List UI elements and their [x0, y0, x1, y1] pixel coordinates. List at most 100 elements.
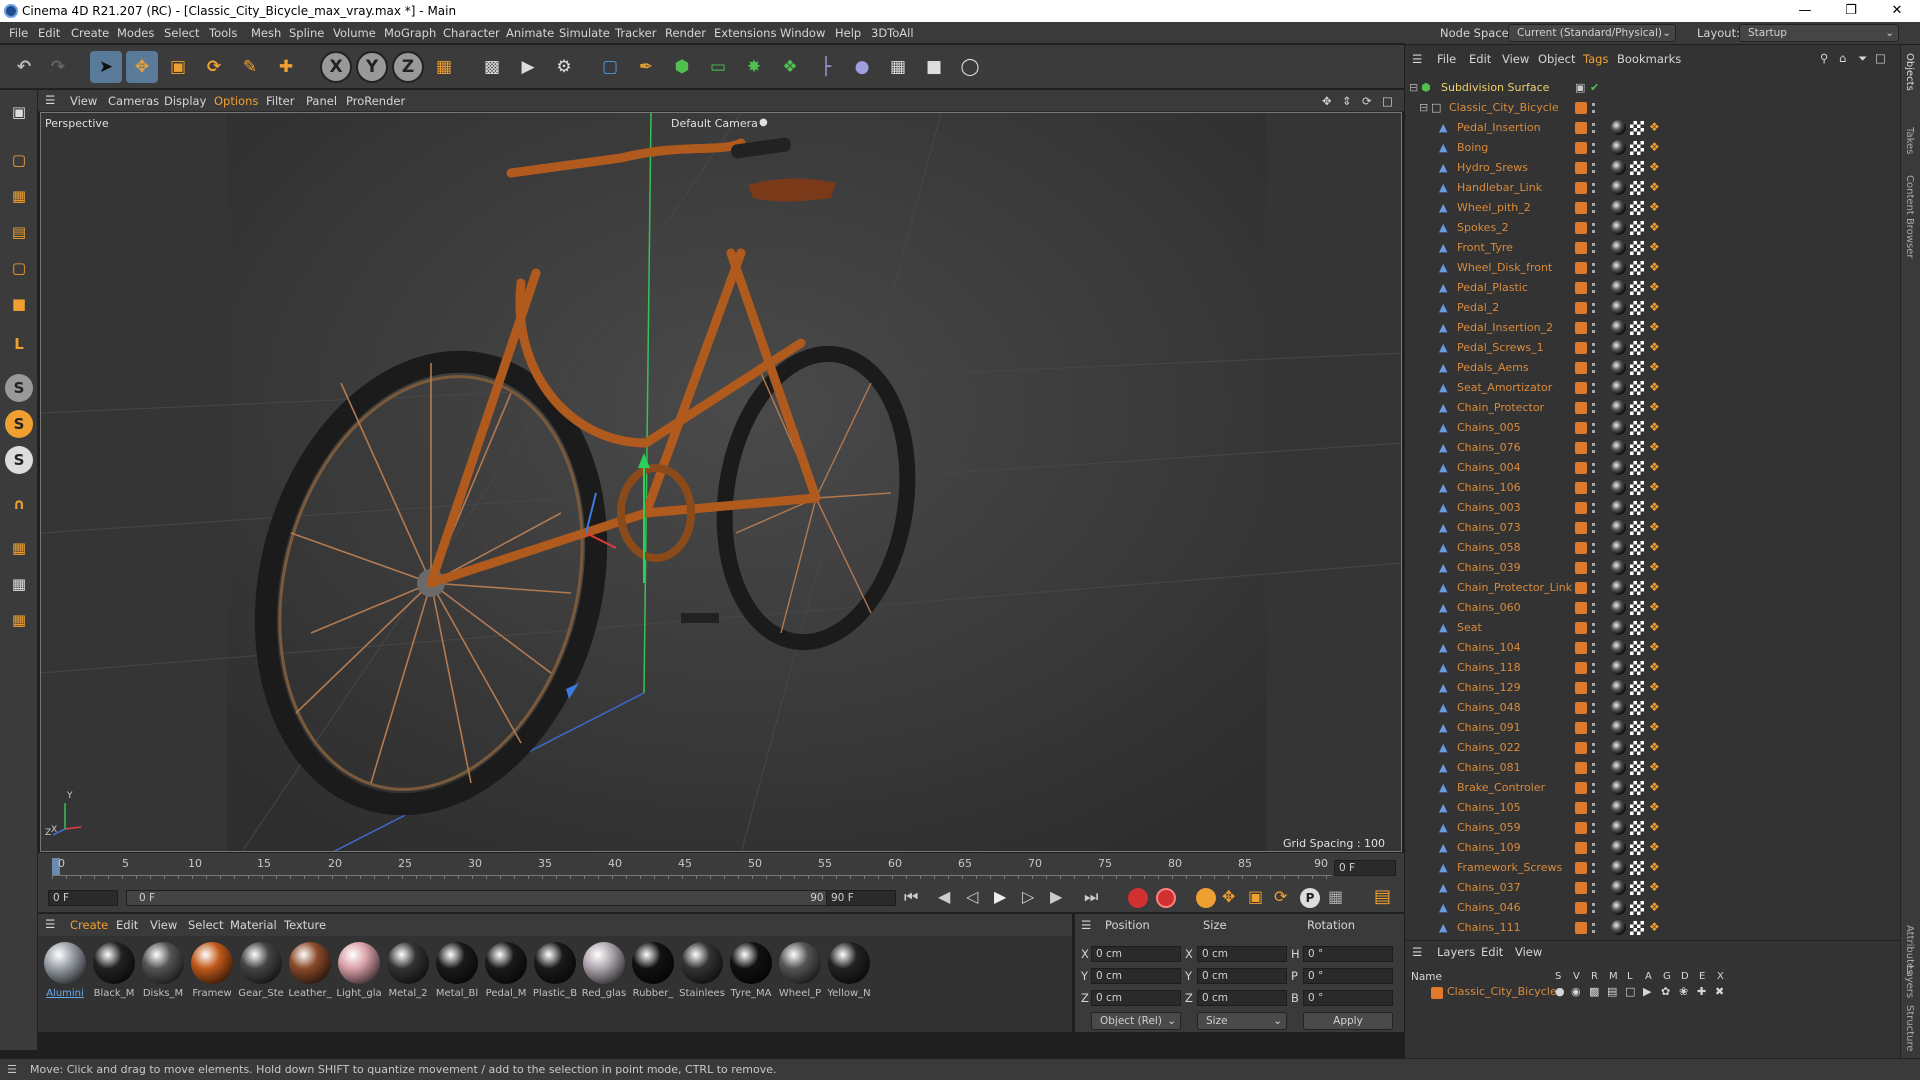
phong-tag-icon[interactable]: ❖	[1649, 621, 1660, 634]
phong-tag-icon[interactable]: ❖	[1649, 901, 1660, 914]
object-row[interactable]: ▲ Chains_003 ❖	[1405, 498, 1881, 518]
field-icon[interactable]: ├	[810, 51, 842, 83]
uvw-tag-icon[interactable]	[1630, 641, 1644, 655]
model-mode-icon[interactable]: ▢	[5, 146, 33, 174]
phong-tag-icon[interactable]: ❖	[1649, 361, 1660, 374]
step-forward-icon[interactable]: ▷	[1022, 887, 1034, 906]
object-name[interactable]: Framework_Screws	[1457, 861, 1562, 874]
uvw-tag-icon[interactable]	[1630, 341, 1644, 355]
object-name[interactable]: Chains_004	[1457, 461, 1521, 474]
material-tag-icon[interactable]	[1611, 820, 1626, 835]
end-frame-field[interactable]: 90 F	[826, 890, 896, 906]
object-row[interactable]: ▲ Brake_Controler ❖	[1405, 778, 1881, 798]
visibility-dots-icon[interactable]	[1592, 463, 1595, 473]
objects-menu-bookmarks[interactable]: Bookmarks	[1617, 52, 1681, 66]
uvw-tag-icon[interactable]	[1630, 141, 1644, 155]
object-group-name[interactable]: Classic_City_Bicycle	[1449, 101, 1559, 114]
hamburger-icon[interactable]: ☰	[1081, 918, 1091, 932]
material-swatch[interactable]: Yellow_N	[826, 942, 872, 1010]
phong-tag-icon[interactable]: ❖	[1649, 761, 1660, 774]
layer-color-icon[interactable]	[1575, 822, 1587, 834]
material-menu-material[interactable]: Material	[230, 918, 277, 932]
lock-workplane-icon[interactable]: ▦	[5, 606, 33, 634]
light-icon[interactable]: ◯	[954, 51, 986, 83]
y-axis-icon[interactable]: Y	[356, 51, 388, 83]
menu-3dtoall[interactable]: 3DToAll	[871, 26, 914, 40]
layer-color-icon[interactable]	[1575, 682, 1587, 694]
phong-tag-icon[interactable]: ❖	[1649, 921, 1660, 934]
size-z-field[interactable]: 0 cm	[1197, 990, 1287, 1006]
visibility-dots-icon[interactable]	[1592, 703, 1595, 713]
layer-color-icon[interactable]	[1575, 382, 1587, 394]
menu-character[interactable]: Character	[443, 26, 500, 40]
rotate-icon[interactable]: ⟳	[198, 51, 230, 83]
menu-extensions[interactable]: Extensions	[714, 26, 776, 40]
object-row[interactable]: ▲ Chains_004 ❖	[1405, 458, 1881, 478]
material-swatch[interactable]: Stainlees	[679, 942, 725, 1010]
restore-icon[interactable]: ❐	[1828, 0, 1874, 22]
visibility-dots-icon[interactable]	[1592, 263, 1595, 273]
visibility-dots-icon[interactable]	[1592, 223, 1595, 233]
visibility-dots-icon[interactable]	[1592, 623, 1595, 633]
material-swatch[interactable]: Black_M	[91, 942, 137, 1010]
material-tag-icon[interactable]	[1611, 880, 1626, 895]
phong-tag-icon[interactable]: ❖	[1649, 681, 1660, 694]
deformer-icon[interactable]: ▭	[702, 51, 734, 83]
material-tag-icon[interactable]	[1611, 660, 1626, 675]
layer-row-name[interactable]: Classic_City_Bicycle	[1447, 985, 1557, 998]
phong-tag-icon[interactable]: ❖	[1649, 381, 1660, 394]
phong-tag-icon[interactable]: ❖	[1649, 341, 1660, 354]
object-name[interactable]: Chains_081	[1457, 761, 1521, 774]
visibility-dots-icon[interactable]	[1592, 843, 1595, 853]
rot-p-field[interactable]: 0 °	[1303, 968, 1393, 984]
visibility-dots-icon[interactable]	[1592, 563, 1595, 573]
uvw-tag-icon[interactable]	[1630, 841, 1644, 855]
object-name[interactable]: Chains_129	[1457, 681, 1521, 694]
menu-spline[interactable]: Spline	[289, 26, 324, 40]
material-tag-icon[interactable]	[1611, 680, 1626, 695]
phong-tag-icon[interactable]: ❖	[1649, 541, 1660, 554]
phong-tag-icon[interactable]: ❖	[1649, 121, 1660, 134]
object-root-row[interactable]: ⊟ ⬢ Subdivision Surface ▣ ✔	[1405, 78, 1881, 98]
hamburger-icon[interactable]: ☰	[45, 917, 55, 931]
menu-tools[interactable]: Tools	[209, 26, 237, 40]
visibility-dots-icon[interactable]	[1592, 743, 1595, 753]
zoom-view-icon[interactable]: ⇕	[1342, 94, 1352, 108]
phong-tag-icon[interactable]: ❖	[1649, 421, 1660, 434]
object-row[interactable]: ▲ Chains_091 ❖	[1405, 718, 1881, 738]
visibility-dots-icon[interactable]	[1592, 543, 1595, 553]
uvw-tag-icon[interactable]	[1630, 161, 1644, 175]
object-row[interactable]: ▲ Pedal_Screws_1 ❖	[1405, 338, 1881, 358]
uvw-tag-icon[interactable]	[1630, 601, 1644, 615]
object-name[interactable]: Wheel_Disk_front	[1457, 261, 1552, 274]
layer-render-icon[interactable]: ▩	[1589, 985, 1599, 998]
object-name[interactable]: Chains_105	[1457, 801, 1521, 814]
phong-tag-icon[interactable]: ❖	[1649, 881, 1660, 894]
size-x-field[interactable]: 0 cm	[1197, 946, 1287, 962]
scale-icon[interactable]: ▣	[162, 51, 194, 83]
workplane-icon[interactable]: ▦	[5, 534, 33, 562]
object-name[interactable]: Pedal_Insertion_2	[1457, 321, 1553, 334]
layer-color-icon[interactable]	[1575, 562, 1587, 574]
object-name[interactable]: Hydro_Srews	[1457, 161, 1528, 174]
phong-tag-icon[interactable]: ❖	[1649, 301, 1660, 314]
visibility-dots-icon[interactable]	[1592, 643, 1595, 653]
uvw-tag-icon[interactable]	[1630, 801, 1644, 815]
object-row[interactable]: ▲ Chains_059 ❖	[1405, 818, 1881, 838]
object-name[interactable]: Chains_091	[1457, 721, 1521, 734]
magnet-icon[interactable]: ∩	[5, 490, 33, 518]
layer-color-icon[interactable]	[1575, 142, 1587, 154]
material-tag-icon[interactable]	[1611, 140, 1626, 155]
phong-tag-icon[interactable]: ❖	[1649, 321, 1660, 334]
uvw-tag-icon[interactable]	[1630, 741, 1644, 755]
menu-create[interactable]: Create	[71, 26, 109, 40]
cube-icon[interactable]: ▢	[594, 51, 626, 83]
object-name[interactable]: Chains_073	[1457, 521, 1521, 534]
material-tag-icon[interactable]	[1611, 780, 1626, 795]
side-tab-layers[interactable]: Layers	[1904, 965, 1915, 998]
object-row[interactable]: ▲ Chains_073 ❖	[1405, 518, 1881, 538]
layer-color-icon[interactable]	[1575, 182, 1587, 194]
environment-icon[interactable]: ●	[846, 51, 878, 83]
points-mode-icon[interactable]: ▤	[5, 218, 33, 246]
phong-tag-icon[interactable]: ❖	[1649, 501, 1660, 514]
